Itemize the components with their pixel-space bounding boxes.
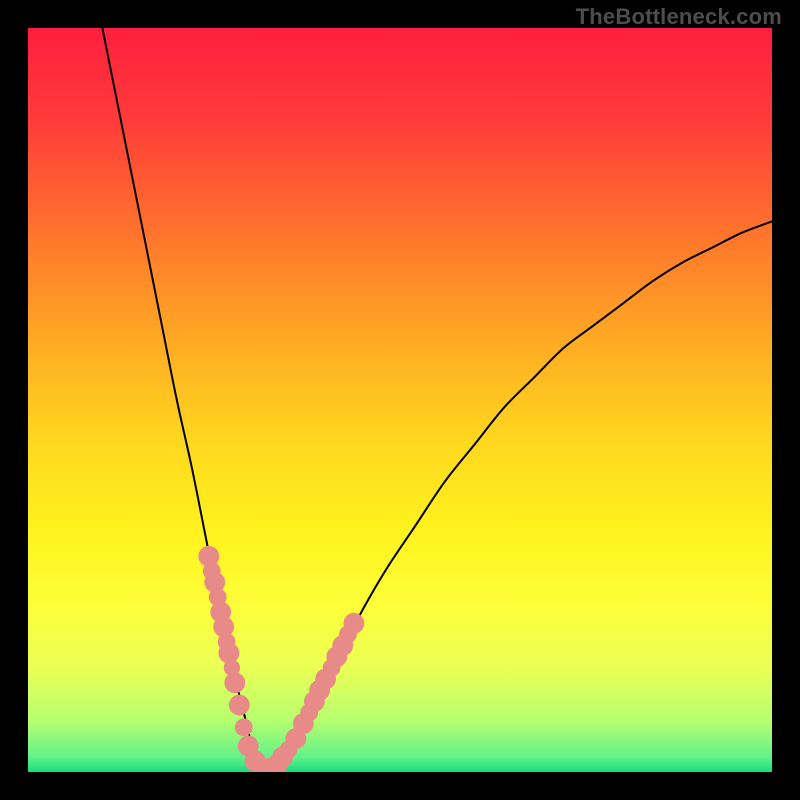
marker-dot <box>229 695 250 716</box>
gradient-background <box>28 28 772 772</box>
marker-dot <box>224 672 245 693</box>
chart-frame: TheBottleneck.com <box>0 0 800 800</box>
watermark-text: TheBottleneck.com <box>576 4 782 30</box>
chart-svg <box>28 28 772 772</box>
marker-dot <box>235 718 253 736</box>
marker-dot <box>343 613 364 634</box>
